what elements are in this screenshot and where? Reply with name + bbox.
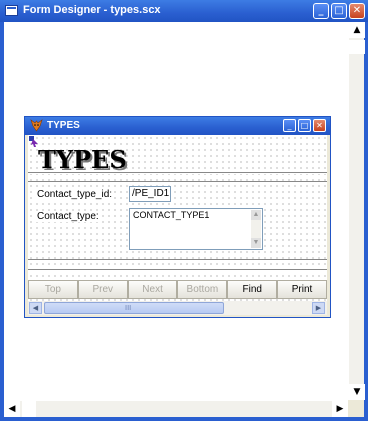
scroll-right-button[interactable]: ▶	[332, 401, 348, 417]
window-titlebar[interactable]: Form Designer - types.scx _ □ ✕	[0, 0, 368, 22]
thumb-grip: III	[125, 304, 132, 312]
form-design-surface[interactable]: TYPES Contact_type_id: /PE_ID1 Contact_t…	[28, 135, 327, 301]
form-scroll-left-button[interactable]: ◀	[29, 302, 42, 314]
form-title: TYPES	[47, 120, 80, 131]
horizontal-scroll-thumb[interactable]	[22, 401, 36, 417]
vertical-scroll-thumb[interactable]	[349, 40, 365, 54]
scroll-down-button[interactable]: ▼	[349, 384, 365, 400]
form-heading[interactable]: TYPES	[38, 145, 127, 174]
horizontal-scrollbar[interactable]: ◀ ▶	[4, 400, 348, 417]
editbox-scrollbar[interactable]: ▲ ▼	[251, 210, 261, 248]
types-form[interactable]: TYPES _ □ ✕ TYPES Contact_type_id: /PE_I…	[24, 116, 331, 318]
contact-type-id-label[interactable]: Contact_type_id:	[36, 189, 114, 200]
minimize-button[interactable]: _	[313, 3, 329, 19]
contact-type-value: CONTACT_TYPE1	[133, 210, 210, 220]
form-scroll-right-button[interactable]: ▶	[312, 302, 325, 314]
form-scroll-thumb[interactable]: III	[44, 302, 224, 314]
form-designer-window: Form Designer - types.scx _ □ ✕ ▲ ▼ ◀ ▶ …	[0, 0, 368, 421]
maximize-button[interactable]: □	[331, 3, 347, 19]
form-close-button[interactable]: ✕	[313, 119, 326, 132]
top-button[interactable]: Top	[28, 280, 78, 299]
form-titlebar[interactable]: TYPES _ □ ✕	[25, 117, 330, 135]
form-minimize-button[interactable]: _	[283, 119, 296, 132]
fox-icon	[30, 119, 43, 132]
size-grip[interactable]	[348, 400, 364, 417]
heading-divider-lower[interactable]	[28, 181, 327, 183]
window-border-right	[364, 22, 368, 421]
close-button[interactable]: ✕	[349, 3, 365, 19]
fields-divider-lower[interactable]	[28, 269, 327, 271]
scroll-up-button[interactable]: ▲	[349, 22, 365, 38]
vertical-scrollbar[interactable]: ▲ ▼	[348, 22, 365, 400]
contact-type-id-field[interactable]: /PE_ID1	[129, 186, 171, 202]
print-button[interactable]: Print	[277, 280, 327, 299]
navigation-button-bar: Top Prev Next Bottom Find Print	[28, 280, 327, 299]
form-designer-icon	[5, 5, 18, 16]
next-button[interactable]: Next	[127, 280, 178, 299]
form-horizontal-scrollbar[interactable]: ◀ III ▶	[28, 301, 327, 315]
window-border-bottom	[0, 417, 368, 421]
window-title: Form Designer - types.scx	[23, 4, 161, 16]
find-button[interactable]: Find	[227, 280, 278, 299]
prev-button[interactable]: Prev	[77, 280, 128, 299]
fields-divider[interactable]	[28, 259, 327, 261]
heading-divider[interactable]	[28, 172, 327, 174]
form-maximize-button[interactable]: □	[298, 119, 311, 132]
contact-type-label[interactable]: Contact_type:	[36, 211, 100, 222]
contact-type-editbox[interactable]: CONTACT_TYPE1 ▲ ▼	[129, 208, 263, 250]
editbox-scroll-up-button[interactable]: ▲	[251, 210, 261, 220]
bottom-button[interactable]: Bottom	[177, 280, 228, 299]
scroll-left-button[interactable]: ◀	[4, 401, 20, 417]
editbox-scroll-down-button[interactable]: ▼	[251, 238, 261, 248]
